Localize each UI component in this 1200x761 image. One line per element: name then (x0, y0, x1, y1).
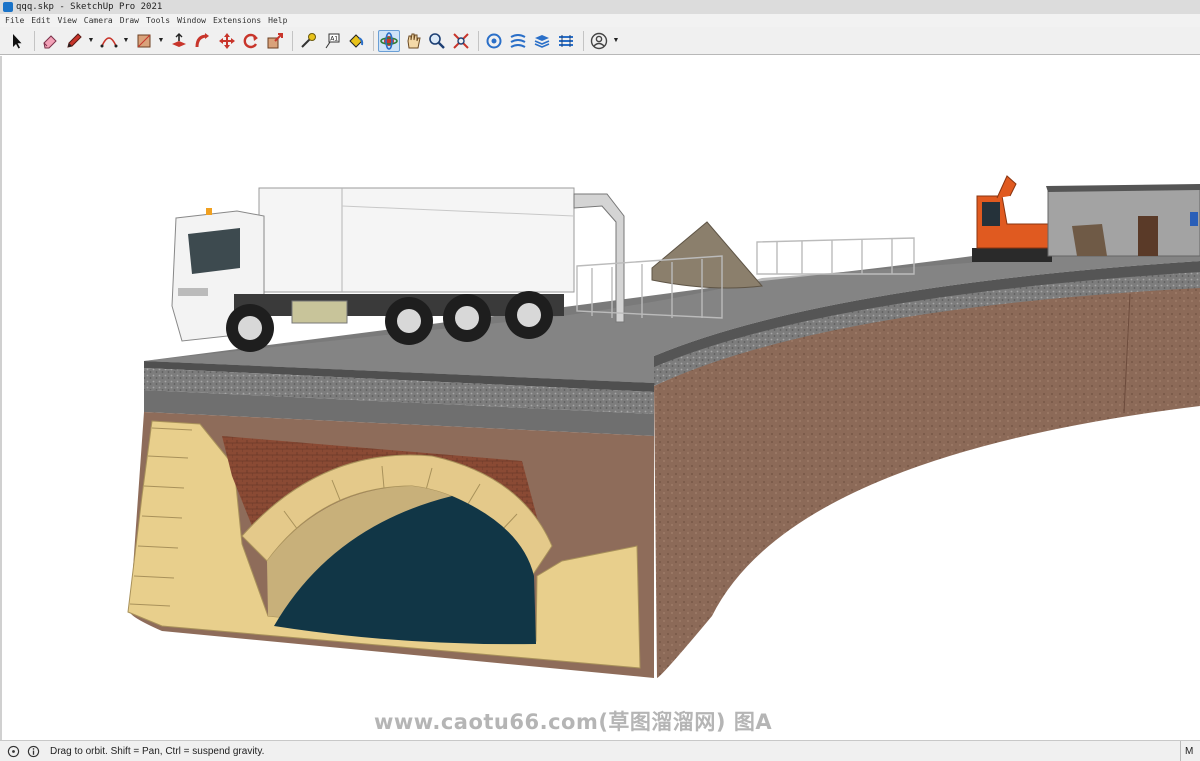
move-icon (219, 32, 235, 49)
title-bar: qqq.skp - SketchUp Pro 2021 (0, 0, 1200, 15)
geolocation-icon[interactable] (6, 744, 20, 758)
menu-file[interactable]: File (5, 16, 24, 25)
rotate-icon (243, 33, 258, 48)
push-pull-tool-button[interactable] (168, 30, 190, 52)
orbit-icon (380, 31, 398, 50)
excavator (972, 175, 1055, 262)
menu-view[interactable]: View (58, 16, 77, 25)
layers-button[interactable] (531, 30, 553, 52)
menu-camera[interactable]: Camera (84, 16, 113, 25)
rectangle-icon (137, 34, 151, 47)
menu-bar: File Edit View Camera Draw Tools Window … (0, 14, 1200, 27)
status-message: Drag to orbit. Shift = Pan, Ctrl = suspe… (50, 745, 265, 757)
push-pull-icon (172, 32, 186, 47)
account-button[interactable] (588, 30, 610, 52)
status-bar: Drag to orbit. Shift = Pan, Ctrl = suspe… (0, 740, 1200, 761)
follow-me-tool-button[interactable] (192, 30, 214, 52)
text-tool-button[interactable]: A1 (321, 30, 343, 52)
outliner-icon (486, 33, 502, 48)
arc-icon (100, 36, 118, 47)
eraser-tool-button[interactable] (39, 30, 61, 52)
menu-help[interactable]: Help (268, 16, 287, 25)
toolbar-separator (583, 30, 584, 51)
scale-tool-button[interactable] (264, 30, 286, 52)
tape-measure-icon (301, 32, 316, 48)
paint-bucket-tool-button[interactable] (345, 30, 367, 52)
zoom-tool-button[interactable] (426, 30, 448, 52)
follow-me-icon (195, 32, 209, 47)
scenes-icon (559, 34, 573, 47)
styles-button[interactable] (507, 30, 529, 52)
select-tool-button[interactable] (6, 30, 28, 52)
arc-tool-dropdown-chevron-icon[interactable]: ▼ (122, 30, 130, 52)
layers-icon (534, 34, 550, 48)
zoom-extents-tool-button[interactable] (450, 30, 472, 52)
orbit-tool-button[interactable] (378, 29, 400, 52)
select-arrow-icon (13, 33, 22, 48)
rectangle-tool-dropdown-chevron-icon[interactable]: ▼ (157, 30, 165, 52)
svg-text:A1: A1 (330, 35, 338, 42)
watermark-text: www.caotu66.com(草图溜溜网) 图A (374, 710, 773, 734)
paint-bucket-icon (349, 33, 364, 48)
site-building (1046, 184, 1200, 257)
menu-tools[interactable]: Tools (146, 16, 170, 25)
user-account-icon (590, 32, 608, 49)
move-tool-button[interactable] (216, 30, 238, 52)
pencil-icon (67, 32, 82, 48)
eraser-icon (43, 34, 57, 48)
menu-edit[interactable]: Edit (31, 16, 50, 25)
model-viewport[interactable] (0, 56, 1200, 740)
menu-extensions[interactable]: Extensions (213, 16, 261, 25)
rotate-tool-button[interactable] (240, 30, 262, 52)
model-scene (127, 175, 1200, 678)
text-label-icon: A1 (325, 33, 340, 48)
line-tool-dropdown-chevron-icon[interactable]: ▼ (87, 30, 95, 52)
main-toolbar: ▼ ▼ ▼ A1 ▼ (0, 27, 1200, 55)
line-tool-button[interactable] (63, 30, 85, 52)
toolbar-separator (292, 30, 293, 51)
scale-icon (267, 32, 283, 48)
tape-measure-tool-button[interactable] (297, 30, 319, 52)
rubble-pile (651, 221, 763, 289)
outliner-button[interactable] (483, 30, 505, 52)
menu-window[interactable]: Window (177, 16, 206, 25)
toolbar-separator (34, 30, 35, 51)
sketchup-app-icon (3, 2, 13, 12)
pan-tool-button[interactable] (402, 30, 424, 52)
window-title: qqq.skp - SketchUp Pro 2021 (16, 2, 163, 12)
pan-hand-icon (407, 33, 421, 48)
styles-icon (510, 33, 526, 48)
measurements-box[interactable]: M (1180, 741, 1200, 761)
arc-tool-button[interactable] (98, 30, 120, 52)
info-icon[interactable] (26, 744, 40, 758)
account-dropdown-chevron-icon[interactable]: ▼ (612, 30, 620, 52)
toolbar-separator (373, 30, 374, 51)
rectangle-tool-button[interactable] (133, 30, 155, 52)
scenes-button[interactable] (555, 30, 577, 52)
zoom-magnifier-icon (429, 32, 445, 49)
toolbar-separator (478, 30, 479, 51)
menu-draw[interactable]: Draw (120, 16, 139, 25)
zoom-extents-icon (453, 32, 469, 49)
